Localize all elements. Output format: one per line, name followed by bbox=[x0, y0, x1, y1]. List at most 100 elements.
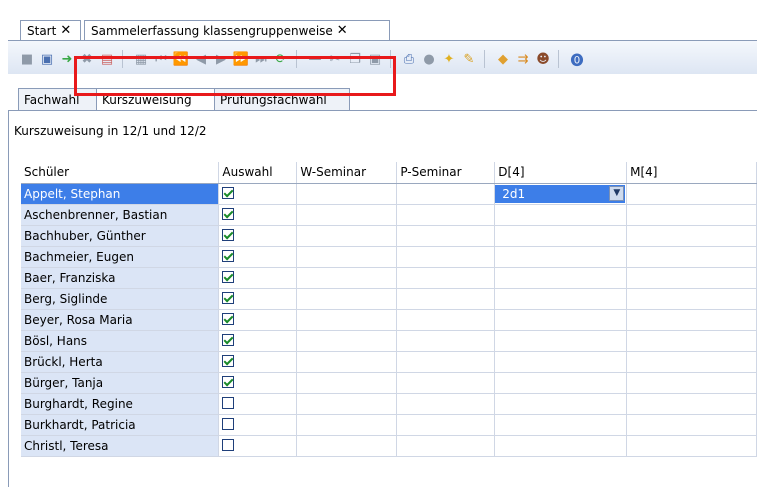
student-name-cell[interactable]: Christl, Teresa bbox=[21, 435, 220, 457]
w-seminar-cell[interactable] bbox=[296, 204, 398, 226]
w-seminar-cell[interactable] bbox=[296, 414, 398, 436]
m4-cell[interactable] bbox=[626, 414, 757, 436]
auswahl-checkbox[interactable] bbox=[222, 334, 235, 346]
auswahl-checkbox[interactable] bbox=[222, 271, 235, 283]
w-seminar-cell[interactable] bbox=[296, 246, 398, 268]
column-header-auswahl[interactable]: Auswahl bbox=[218, 162, 298, 184]
m4-cell[interactable] bbox=[626, 267, 757, 289]
p-seminar-cell[interactable] bbox=[396, 204, 496, 226]
clear-icon[interactable]: ✎ bbox=[460, 51, 478, 67]
column-header-schueler[interactable]: Schüler bbox=[21, 162, 220, 184]
table-row[interactable]: Aschenbrenner, Bastian bbox=[21, 204, 757, 226]
d4-cell[interactable] bbox=[494, 372, 628, 394]
auswahl-checkbox[interactable] bbox=[222, 397, 235, 409]
table-row[interactable]: Brückl, Herta bbox=[21, 351, 757, 373]
student-name-cell[interactable]: Baer, Franziska bbox=[21, 267, 220, 289]
auswahl-checkbox[interactable] bbox=[222, 250, 235, 262]
printer-icon[interactable]: ⎙ bbox=[400, 51, 418, 67]
p-seminar-cell[interactable] bbox=[396, 246, 496, 268]
student-name-cell[interactable]: Beyer, Rosa Maria bbox=[21, 309, 220, 331]
w-seminar-cell[interactable] bbox=[296, 435, 398, 457]
p-seminar-cell[interactable] bbox=[396, 309, 496, 331]
p-seminar-cell[interactable] bbox=[396, 372, 496, 394]
auswahl-checkbox[interactable] bbox=[222, 418, 235, 430]
table-row[interactable]: Baer, Franziska bbox=[21, 267, 757, 289]
student-name-cell[interactable]: Bachhuber, Günther bbox=[21, 225, 220, 247]
p-seminar-cell[interactable] bbox=[396, 435, 496, 457]
table-row[interactable]: Burkhardt, Patricia bbox=[21, 414, 757, 436]
m4-cell[interactable] bbox=[626, 309, 757, 331]
w-seminar-cell[interactable] bbox=[296, 309, 398, 331]
w-seminar-cell[interactable] bbox=[296, 267, 398, 289]
w-seminar-cell[interactable] bbox=[296, 183, 398, 205]
export-icon[interactable]: ⇉ bbox=[514, 51, 532, 67]
table-row[interactable]: Christl, Teresa bbox=[21, 435, 757, 457]
student-name-cell[interactable]: Appelt, Stephan bbox=[21, 183, 220, 205]
m4-cell[interactable] bbox=[626, 435, 757, 457]
m4-cell[interactable] bbox=[626, 372, 757, 394]
m4-cell[interactable] bbox=[626, 225, 757, 247]
auswahl-checkbox[interactable] bbox=[222, 355, 235, 367]
help-icon[interactable]: ⓿ bbox=[568, 51, 586, 69]
d4-cell[interactable] bbox=[494, 330, 628, 352]
m4-cell[interactable] bbox=[626, 393, 757, 415]
tab-sammelerfassung[interactable]: Sammelerfassung klassengruppenweise ✕ bbox=[84, 20, 390, 40]
p-seminar-cell[interactable] bbox=[396, 351, 496, 373]
auswahl-checkbox[interactable] bbox=[222, 292, 235, 304]
table-row[interactable]: Bösl, Hans bbox=[21, 330, 757, 352]
column-header-p-seminar[interactable]: P-Seminar bbox=[396, 162, 496, 184]
column-header-w-seminar[interactable]: W-Seminar bbox=[296, 162, 398, 184]
table-row[interactable]: Bürger, Tanja bbox=[21, 372, 757, 394]
auswahl-checkbox[interactable] bbox=[222, 187, 235, 199]
p-seminar-cell[interactable] bbox=[396, 225, 496, 247]
w-seminar-cell[interactable] bbox=[296, 225, 398, 247]
p-seminar-cell[interactable] bbox=[396, 414, 496, 436]
d4-cell[interactable] bbox=[494, 225, 628, 247]
table-row[interactable]: Berg, Siglinde bbox=[21, 288, 757, 310]
student-name-cell[interactable]: Bachmeier, Eugen bbox=[21, 246, 220, 268]
w-seminar-cell[interactable] bbox=[296, 393, 398, 415]
column-header-d4[interactable]: D[4] bbox=[494, 162, 628, 184]
student-name-cell[interactable]: Berg, Siglinde bbox=[21, 288, 220, 310]
auswahl-checkbox[interactable] bbox=[222, 229, 235, 241]
new-record-icon[interactable]: ■ bbox=[18, 51, 36, 67]
d4-cell[interactable] bbox=[494, 435, 628, 457]
w-seminar-cell[interactable] bbox=[296, 351, 398, 373]
save-icon[interactable]: ▣ bbox=[38, 51, 56, 67]
p-seminar-cell[interactable] bbox=[396, 267, 496, 289]
d4-cell[interactable] bbox=[494, 288, 628, 310]
disc-icon[interactable]: ● bbox=[420, 51, 438, 67]
m4-cell[interactable] bbox=[626, 288, 757, 310]
lightbulb-icon[interactable]: ✦ bbox=[440, 51, 458, 67]
d4-cell[interactable] bbox=[494, 351, 628, 373]
student-name-cell[interactable]: Burghardt, Regine bbox=[21, 393, 220, 415]
d4-cell[interactable] bbox=[494, 309, 628, 331]
m4-cell[interactable] bbox=[626, 183, 757, 205]
m4-cell[interactable] bbox=[626, 351, 757, 373]
auswahl-checkbox[interactable] bbox=[222, 313, 235, 325]
p-seminar-cell[interactable] bbox=[396, 183, 496, 205]
m4-cell[interactable] bbox=[626, 330, 757, 352]
student-name-cell[interactable]: Bösl, Hans bbox=[21, 330, 220, 352]
package-icon[interactable]: ◆ bbox=[494, 51, 512, 67]
close-icon[interactable]: ✕ bbox=[60, 23, 71, 38]
m4-cell[interactable] bbox=[626, 204, 757, 226]
w-seminar-cell[interactable] bbox=[296, 288, 398, 310]
student-name-cell[interactable]: Aschenbrenner, Bastian bbox=[21, 204, 220, 226]
tab-start[interactable]: Start ✕ bbox=[20, 20, 81, 40]
d4-cell[interactable] bbox=[494, 246, 628, 268]
d4-course-combobox[interactable]: 2d1 ▼ bbox=[495, 184, 626, 203]
d4-cell[interactable] bbox=[494, 414, 628, 436]
user-icon[interactable]: ☻ bbox=[534, 51, 552, 67]
student-name-cell[interactable]: Bürger, Tanja bbox=[21, 372, 220, 394]
table-row[interactable]: Beyer, Rosa Maria bbox=[21, 309, 757, 331]
d4-cell[interactable] bbox=[494, 204, 628, 226]
student-name-cell[interactable]: Brückl, Herta bbox=[21, 351, 220, 373]
p-seminar-cell[interactable] bbox=[396, 393, 496, 415]
w-seminar-cell[interactable] bbox=[296, 330, 398, 352]
m4-cell[interactable] bbox=[626, 246, 757, 268]
table-row[interactable]: Bachhuber, Günther bbox=[21, 225, 757, 247]
auswahl-checkbox[interactable] bbox=[222, 208, 235, 220]
d4-cell[interactable] bbox=[494, 393, 628, 415]
d4-cell[interactable] bbox=[494, 267, 628, 289]
